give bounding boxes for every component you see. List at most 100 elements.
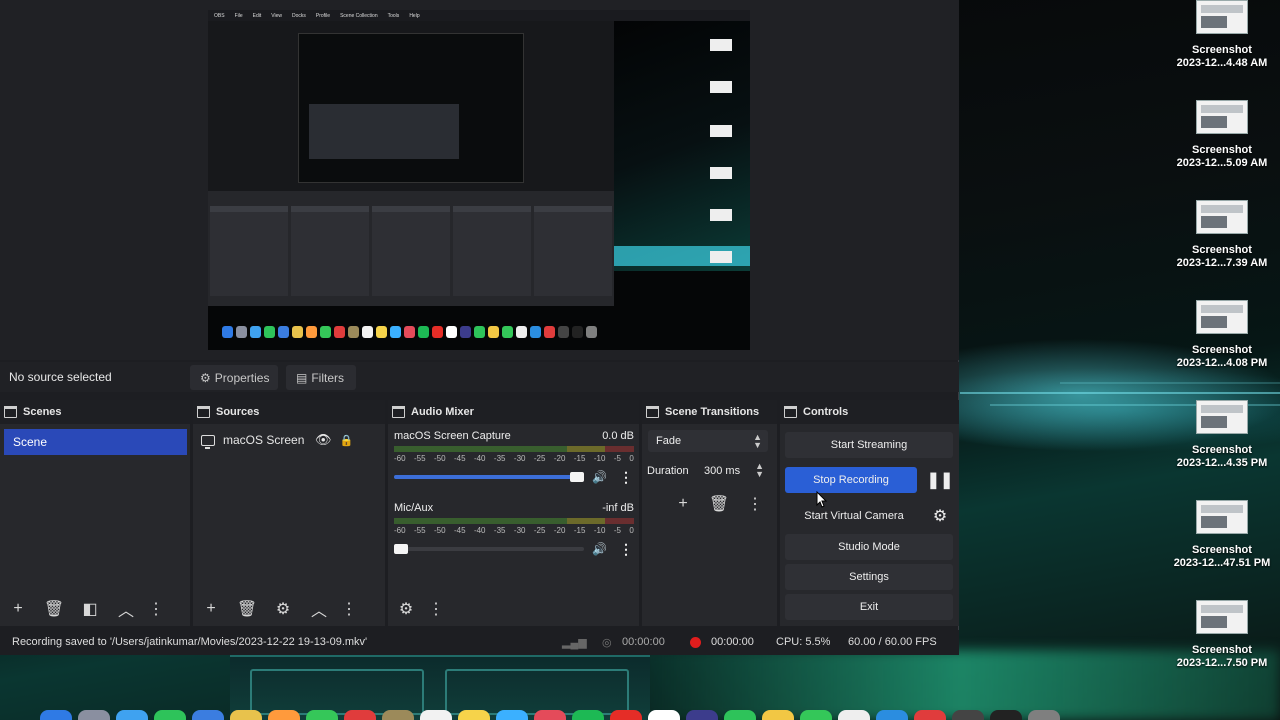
- scale-tick: -20: [553, 454, 566, 463]
- stream-status-icon: ◎: [602, 637, 612, 649]
- scale-tick: -40: [473, 526, 486, 535]
- dock-app-icon[interactable]: [382, 710, 414, 720]
- audio-mixer-header[interactable]: Audio Mixer: [388, 400, 639, 424]
- dock-app-icon[interactable]: [344, 710, 376, 720]
- desktop-file-screenshot[interactable]: Screenshot 2023-12...4.35 PM: [1167, 400, 1277, 470]
- desktop-file-screenshot[interactable]: Screenshot 2023-12...5.09 AM: [1167, 100, 1277, 170]
- file-name: Screenshot: [1192, 44, 1252, 56]
- volume-slider[interactable]: [394, 472, 584, 482]
- add-transition-button[interactable]: +: [667, 490, 699, 518]
- virtual-camera-settings-button[interactable]: ⚙: [926, 503, 954, 529]
- start-streaming-button[interactable]: Start Streaming: [785, 432, 953, 458]
- dock-app-icon[interactable]: [724, 710, 756, 720]
- kebab-menu-icon[interactable]: ⋮: [619, 469, 633, 486]
- volume-slider[interactable]: [394, 544, 584, 554]
- pause-recording-button[interactable]: ❚❚: [926, 467, 954, 493]
- remove-scene-button[interactable]: 🗑: [36, 595, 72, 623]
- filters-button[interactable]: ▤ Filters: [286, 365, 356, 390]
- audio-mixer-dock: Audio Mixer macOS Screen Capture 0.0 dB -6…: [388, 400, 639, 626]
- desktop-file-screenshot[interactable]: Screenshot 2023-12...7.39 AM: [1167, 200, 1277, 270]
- scene-menu-button[interactable]: ⋮: [144, 595, 168, 623]
- lock-icon[interactable]: 🔒: [340, 434, 354, 447]
- dock-app-icon[interactable]: [990, 710, 1022, 720]
- gears-icon: ⚙: [398, 601, 414, 618]
- source-properties-button[interactable]: ⚙: [265, 595, 301, 623]
- duration-spinbox[interactable]: 300 ms ▲ ▼: [700, 460, 770, 482]
- controls-dock: Controls Start Streaming Stop Recording …: [780, 400, 959, 626]
- dock-app-icon[interactable]: [192, 710, 224, 720]
- volume-slider-handle[interactable]: [570, 472, 584, 482]
- mixer-menu-button[interactable]: ⋮: [424, 595, 448, 623]
- settings-button[interactable]: Settings: [785, 564, 953, 590]
- dock-app-icon[interactable]: [572, 710, 604, 720]
- desktop-file-screenshot[interactable]: Screenshot 2023-12...7.50 PM: [1167, 600, 1277, 670]
- dock-app-icon[interactable]: [876, 710, 908, 720]
- scale-tick: 0: [629, 526, 634, 535]
- dock-app-icon[interactable]: [268, 710, 300, 720]
- dock-app-icon[interactable]: [800, 710, 832, 720]
- file-date: 2023-12...7.39 AM: [1176, 257, 1268, 269]
- move-source-up-button[interactable]: ︿: [301, 595, 337, 623]
- add-source-button[interactable]: +: [193, 595, 229, 623]
- dock-app-icon[interactable]: [40, 710, 72, 720]
- dock-app-icon[interactable]: [116, 710, 148, 720]
- stop-recording-button[interactable]: Stop Recording: [785, 467, 917, 493]
- dock-app-icon[interactable]: [762, 710, 794, 720]
- dock-app-icon[interactable]: [838, 710, 870, 720]
- scene-name: Scene: [13, 435, 48, 449]
- file-date: 2023-12...47.51 PM: [1173, 557, 1271, 569]
- preview-dock-app-icon: [320, 326, 331, 338]
- mixer-channel: macOS Screen Capture 0.0 dB -60 -55 -50 -45 -4…: [394, 430, 634, 486]
- controls-header[interactable]: Controls: [780, 400, 959, 424]
- scenes-header[interactable]: Scenes: [0, 400, 190, 424]
- dock-app-icon[interactable]: [420, 710, 452, 720]
- dock-app-icon[interactable]: [952, 710, 984, 720]
- dock-app-icon[interactable]: [1028, 710, 1060, 720]
- source-list-item[interactable]: macOS Screen Ca 👁 🔒: [201, 430, 353, 450]
- source-menu-button[interactable]: ⋮: [337, 595, 361, 623]
- dock-app-icon[interactable]: [154, 710, 186, 720]
- dock-app-icon[interactable]: [610, 710, 642, 720]
- dock-app-icon[interactable]: [534, 710, 566, 720]
- eye-icon[interactable]: 👁: [315, 432, 332, 448]
- channel-level: 0.0 dB: [602, 430, 634, 442]
- dock-app-icon[interactable]: [458, 710, 490, 720]
- properties-button[interactable]: ⚙ Properties: [190, 365, 278, 390]
- dock-app-icon[interactable]: [686, 710, 718, 720]
- remove-transition-button[interactable]: 🗑: [703, 490, 735, 518]
- scene-transitions-header[interactable]: Scene Transitions: [642, 400, 777, 424]
- start-virtual-camera-button[interactable]: Start Virtual Camera: [785, 503, 923, 529]
- preview-menu-item: OBS: [214, 12, 225, 19]
- preview-canvas[interactable]: OBS File Edit View Docks Profile Scene Collect…: [208, 10, 750, 350]
- desktop-file-screenshot[interactable]: Screenshot 2023-12...4.08 PM: [1167, 300, 1277, 370]
- remove-source-button[interactable]: 🗑: [229, 595, 265, 623]
- studio-mode-button[interactable]: Studio Mode: [785, 534, 953, 560]
- scale-tick: -25: [533, 526, 546, 535]
- volume-slider-handle[interactable]: [394, 544, 408, 554]
- speaker-icon[interactable]: 🔊: [592, 470, 607, 484]
- transition-select[interactable]: Fade ▲ ▼: [648, 430, 768, 452]
- preview-menu-item: Profile: [315, 12, 331, 19]
- advanced-audio-button[interactable]: ⚙: [388, 595, 424, 623]
- sources-header[interactable]: Sources: [193, 400, 385, 424]
- add-scene-button[interactable]: +: [0, 595, 36, 623]
- file-name: Screenshot: [1192, 644, 1252, 656]
- dock-app-icon[interactable]: [914, 710, 946, 720]
- transition-menu-button[interactable]: ⋮: [739, 490, 771, 518]
- kebab-menu-icon[interactable]: ⋮: [619, 541, 633, 558]
- scene-list-item[interactable]: Scene: [4, 429, 187, 455]
- dock-app-icon[interactable]: [496, 710, 528, 720]
- speaker-icon[interactable]: 🔊: [592, 542, 607, 556]
- dock-app-icon[interactable]: [230, 710, 262, 720]
- desktop-file-screenshot[interactable]: Screenshot 2023-12...4.48 AM: [1167, 0, 1277, 70]
- scale-tick: -55: [413, 454, 426, 463]
- dock-app-icon[interactable]: [648, 710, 680, 720]
- scene-filters-button[interactable]: ◧: [72, 595, 108, 623]
- move-scene-up-button[interactable]: ︿: [108, 595, 144, 623]
- meter-scale: -60 -55 -50 -45 -40 -35 -30 -25 -20 -15 -10 -5 0: [394, 454, 634, 463]
- dock-app-icon[interactable]: [306, 710, 338, 720]
- desktop-file-screenshot[interactable]: Screenshot 2023-12...47.51 PM: [1167, 500, 1277, 570]
- preview-dock-app-icon: [376, 326, 387, 338]
- exit-button[interactable]: Exit: [785, 594, 953, 620]
- dock-app-icon[interactable]: [78, 710, 110, 720]
